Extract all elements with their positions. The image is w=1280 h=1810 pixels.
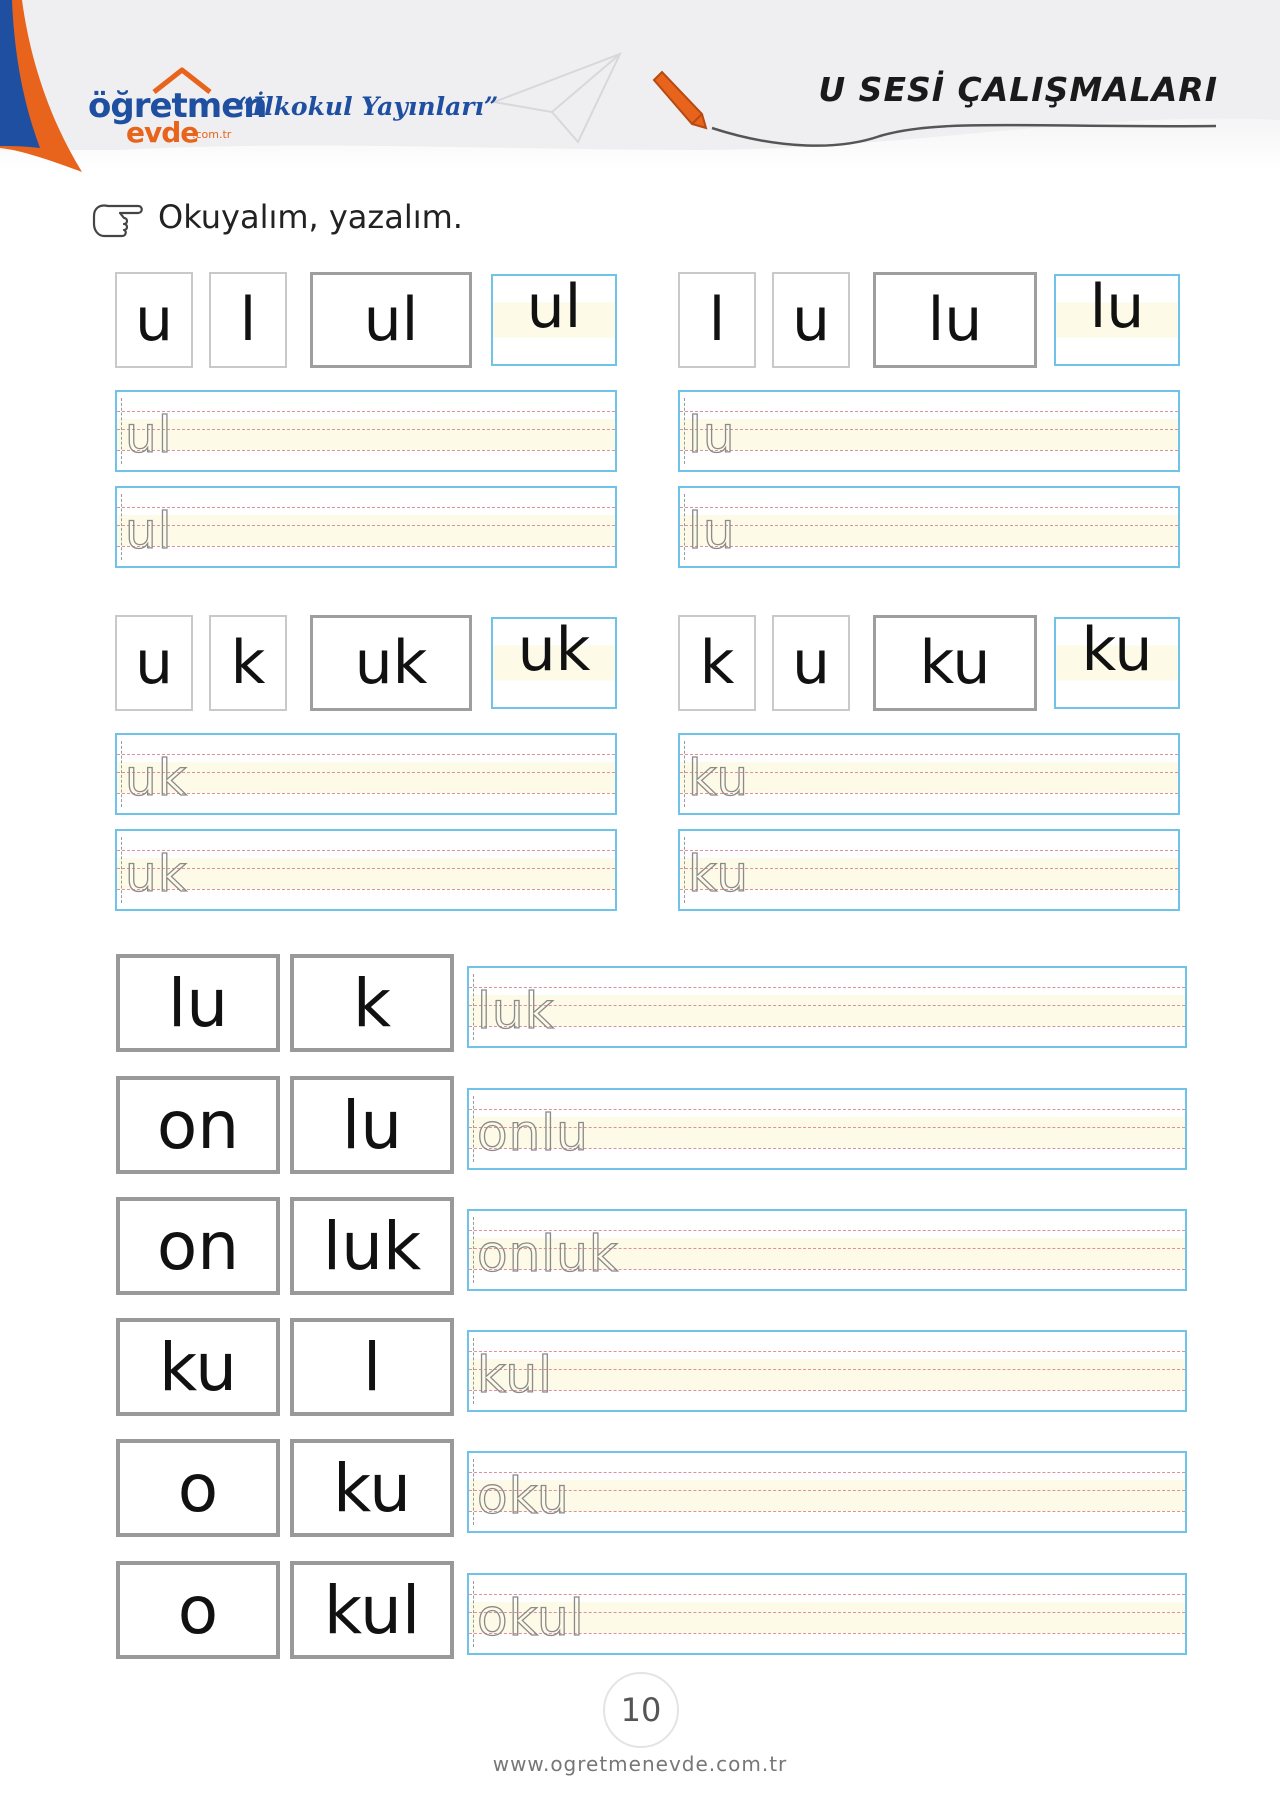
tracing-line[interactable]: ul (115, 486, 617, 568)
tracing-line[interactable]: ul (115, 390, 617, 472)
paper-plane-icon (490, 52, 622, 144)
syllable-card: on (116, 1197, 280, 1295)
model-text: ul (526, 272, 582, 342)
tracing-text: kul (476, 1346, 553, 1404)
tracing-text: luk (476, 982, 555, 1040)
syllable-card: lu (290, 1076, 454, 1174)
tracing-line[interactable]: ku (678, 733, 1180, 815)
letter-card: l (678, 272, 756, 368)
tracing-text: ku (687, 749, 750, 807)
syllable-card: ul (310, 272, 472, 368)
syllable-card: ku (116, 1318, 280, 1416)
tracing-text: onlu (476, 1104, 589, 1162)
model-writing-box: ku (1054, 615, 1180, 709)
syllable-text: lu (341, 1086, 403, 1164)
tracing-line[interactable]: ku (678, 829, 1180, 911)
syllable-card: ku (290, 1439, 454, 1537)
tracing-line[interactable]: lu (678, 390, 1180, 472)
syllable-card: kul (290, 1561, 454, 1659)
letter-text: l (239, 285, 257, 355)
syllable-text: luk (322, 1207, 422, 1285)
syllable-card: o (116, 1439, 280, 1537)
syllable-card: on (116, 1076, 280, 1174)
syllable-text: o (177, 1571, 219, 1649)
letter-card: u (772, 615, 850, 711)
syllable-card: uk (310, 615, 472, 711)
syllable-text: lu (167, 964, 229, 1042)
page-number: 10 (603, 1672, 679, 1748)
syllable-card: lu (873, 272, 1037, 368)
letter-text: u (791, 628, 831, 698)
pointing-hand-icon (92, 204, 143, 238)
tracing-line[interactable]: onluk (467, 1209, 1187, 1291)
model-writing-box: uk (491, 615, 617, 709)
model-text: lu (1089, 272, 1145, 342)
syllable-text: o (177, 1449, 219, 1527)
tracing-text: ku (687, 845, 750, 903)
syllable-card: lu (116, 954, 280, 1052)
tracing-line[interactable]: kul (467, 1330, 1187, 1412)
syllable-text: ul (363, 285, 419, 355)
syllable-text: kul (323, 1571, 421, 1649)
pencil-icon (652, 70, 708, 130)
model-writing-box: lu (1054, 272, 1180, 366)
syllable-text: ku (158, 1328, 238, 1406)
tracing-text: lu (687, 502, 736, 560)
syllable-text: lu (927, 285, 983, 355)
letter-card: u (115, 615, 193, 711)
corner-ribbon (0, 0, 82, 172)
tracing-line[interactable]: lu (678, 486, 1180, 568)
series-name: “İlkokul Yayınları” (238, 92, 499, 121)
tracing-text: ul (124, 502, 173, 560)
syllable-card: l (290, 1318, 454, 1416)
tracing-text: onluk (476, 1225, 619, 1283)
letter-text: u (134, 285, 174, 355)
tracing-line[interactable]: onlu (467, 1088, 1187, 1170)
tracing-line[interactable]: oku (467, 1451, 1187, 1533)
letter-card: u (772, 272, 850, 368)
tracing-text: uk (124, 749, 188, 807)
tracing-text: okul (476, 1589, 585, 1647)
syllable-text: k (352, 964, 392, 1042)
letter-card: k (678, 615, 756, 711)
letter-text: u (791, 285, 831, 355)
footer-url: www.ogretmenevde.com.tr (492, 1752, 788, 1776)
tracing-line[interactable]: uk (115, 733, 617, 815)
model-writing-box: ul (491, 272, 617, 366)
syllable-text: on (156, 1086, 240, 1164)
syllable-card: o (116, 1561, 280, 1659)
page-title: U SESİ ÇALIŞMALARI (818, 70, 1218, 109)
instruction-text: Okuyalım, yazalım. (158, 198, 463, 236)
letter-text: l (708, 285, 726, 355)
logo-word-evde: evde (126, 116, 199, 149)
letter-text: k (699, 628, 735, 698)
syllable-text: uk (354, 628, 428, 698)
syllable-text: l (362, 1328, 382, 1406)
syllable-card: luk (290, 1197, 454, 1295)
syllable-card: k (290, 954, 454, 1052)
letter-card: u (115, 272, 193, 368)
tracing-text: oku (476, 1467, 570, 1525)
syllable-card: ku (873, 615, 1037, 711)
syllable-text: ku (332, 1449, 412, 1527)
model-text: uk (517, 615, 591, 685)
tracing-text: uk (124, 845, 188, 903)
syllable-text: on (156, 1207, 240, 1285)
tracing-text: ul (124, 406, 173, 464)
letter-card: k (209, 615, 287, 711)
letter-card: l (209, 272, 287, 368)
letter-text: k (230, 628, 266, 698)
tracing-line[interactable]: okul (467, 1573, 1187, 1655)
tracing-line[interactable]: luk (467, 966, 1187, 1048)
logo-domain: .com.tr (192, 128, 232, 141)
tracing-line[interactable]: uk (115, 829, 617, 911)
model-text: ku (1081, 615, 1153, 685)
syllable-text: ku (919, 628, 991, 698)
letter-text: u (134, 628, 174, 698)
tracing-text: lu (687, 406, 736, 464)
